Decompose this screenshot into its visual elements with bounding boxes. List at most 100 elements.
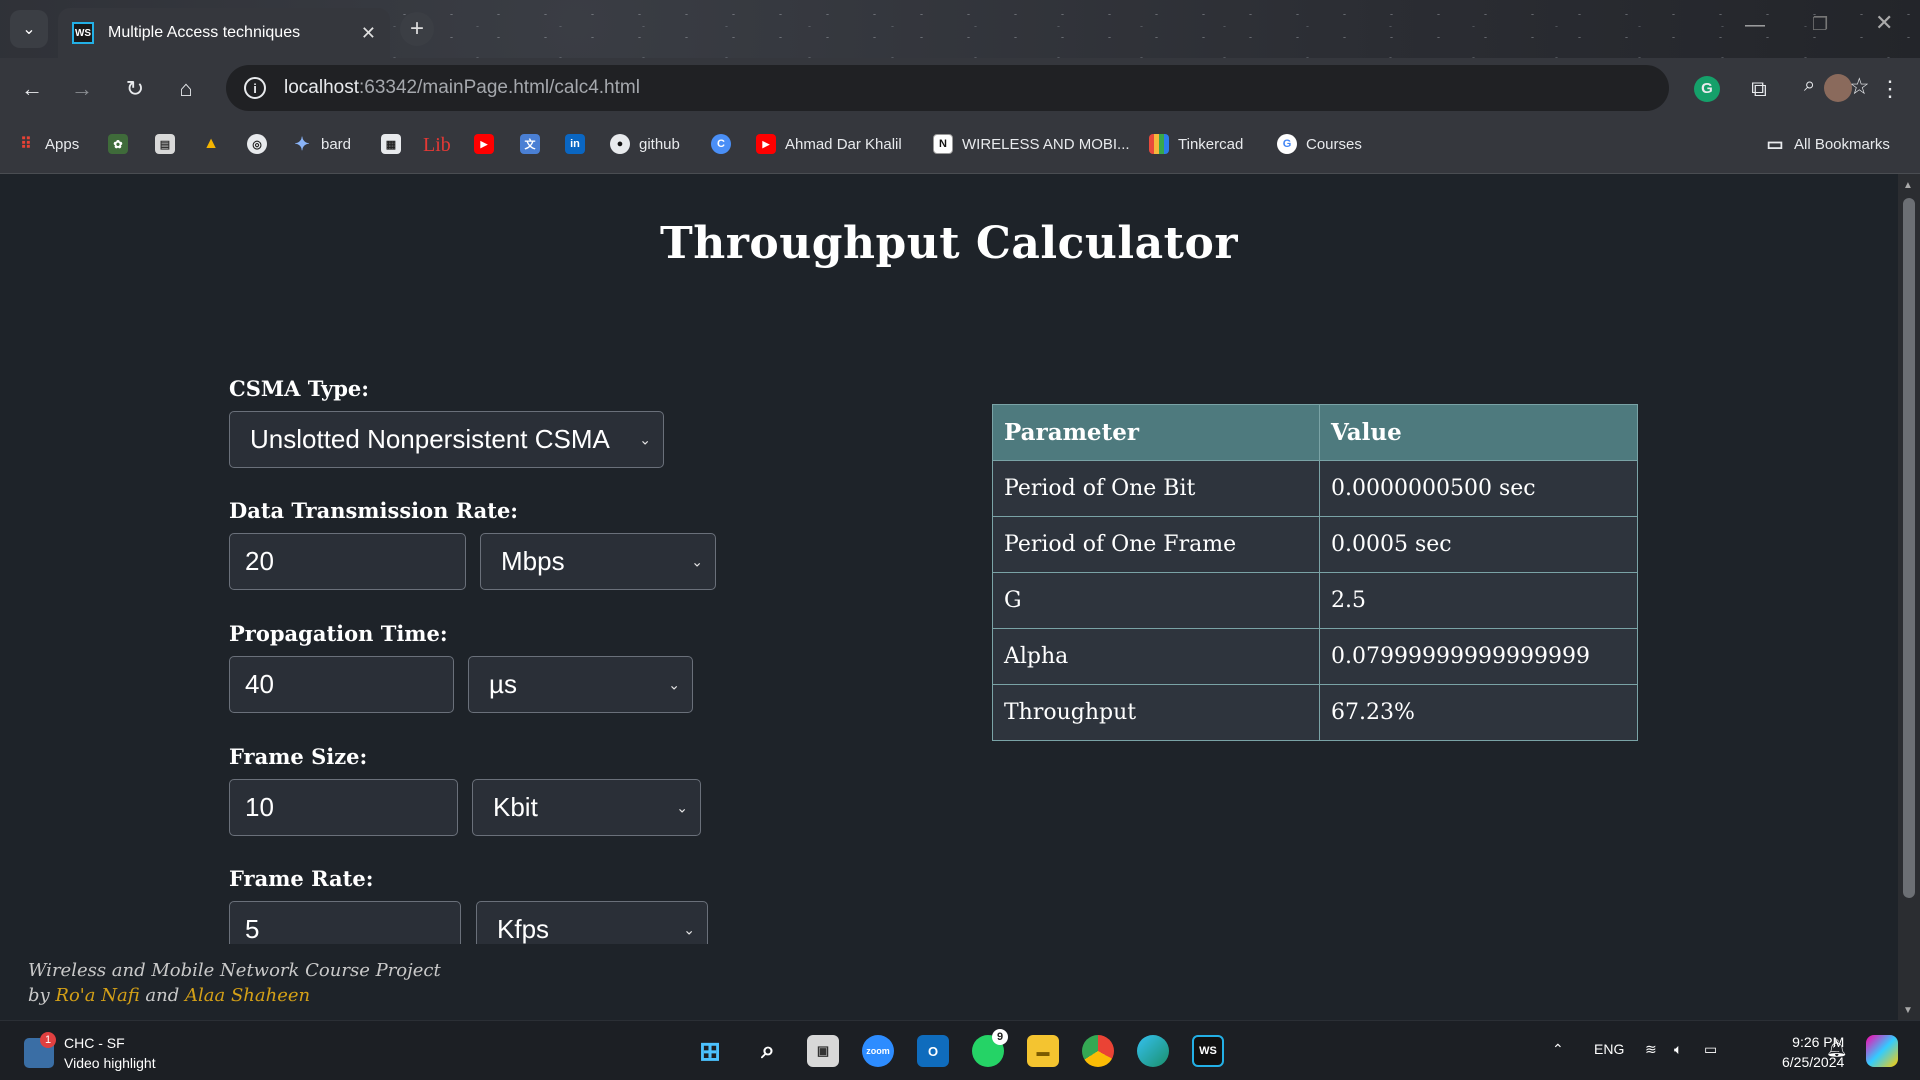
- frame-size-unit-select[interactable]: Kbit ⌄: [472, 779, 701, 836]
- data-rate-input[interactable]: 20: [229, 533, 466, 590]
- table-row: Period of One Frame 0.0005 sec: [992, 516, 1638, 573]
- profile-avatar[interactable]: [1824, 74, 1852, 102]
- window-close-icon[interactable]: ✕: [1875, 10, 1893, 36]
- propagation-time-input[interactable]: 40: [229, 656, 454, 713]
- zoom-icon[interactable]: ⌕: [1804, 74, 1815, 97]
- chevron-down-icon: ⌄: [639, 431, 651, 447]
- whatsapp-icon[interactable]: 9: [972, 1029, 1008, 1067]
- window-maximize-icon[interactable]: ❐: [1812, 14, 1828, 35]
- bookmark-youtube[interactable]: ▶: [474, 134, 494, 154]
- address-bar[interactable]: i localhost:63342/mainPage.html/calc4.ht…: [226, 65, 1870, 111]
- csma-type-value: Unslotted Nonpersistent CSMA: [250, 424, 610, 454]
- canva-icon: C: [711, 134, 731, 154]
- frame-size-input[interactable]: 10: [229, 779, 458, 836]
- bookmark-chatgpt[interactable]: ◎: [247, 134, 267, 154]
- show-hidden-icons-icon[interactable]: ⌃: [1552, 1041, 1564, 1058]
- bookmark-github[interactable]: ● github: [610, 134, 680, 154]
- menu-kebab-icon[interactable]: ⋮: [1876, 76, 1904, 102]
- youtube-icon: ▶: [756, 134, 776, 154]
- value-cell: 67.23%: [1319, 684, 1638, 741]
- bookmark-tree[interactable]: ✿: [108, 134, 128, 154]
- bookmark-linkedin[interactable]: in: [565, 134, 585, 154]
- results-header-row: Parameter Value: [992, 404, 1638, 461]
- bookmark-canva[interactable]: C: [711, 134, 731, 154]
- frame-rate-unit-value: Kfps: [497, 914, 550, 944]
- tinkercad-icon: [1149, 134, 1169, 154]
- header-parameter: Parameter: [992, 404, 1320, 461]
- propagation-time-unit-select[interactable]: µs ⌄: [468, 656, 693, 713]
- back-arrow-icon[interactable]: ←: [18, 76, 46, 102]
- data-rate-label: Data Transmission Rate:: [229, 498, 519, 523]
- tab-close-icon[interactable]: ✕: [361, 23, 376, 44]
- table-row: G 2.5: [992, 572, 1638, 629]
- bookmark-all-bookmarks[interactable]: ▭ All Bookmarks: [1765, 134, 1889, 154]
- search-icon[interactable]: ⌕: [752, 1035, 784, 1067]
- wifi-icon[interactable]: ≋: [1645, 1041, 1657, 1058]
- tree-icon: ✿: [108, 134, 128, 154]
- linkedin-icon: in: [565, 134, 585, 154]
- battery-icon[interactable]: ▭: [1704, 1041, 1717, 1058]
- value-cell: 2.5: [1319, 572, 1638, 629]
- news-widget[interactable]: 1 CHC - SF Video highlight: [24, 1032, 156, 1073]
- tab-search-button[interactable]: ⌄: [10, 10, 48, 48]
- translate-icon: 文: [520, 134, 540, 154]
- bookmark-courses[interactable]: G Courses: [1277, 134, 1362, 154]
- grammarly-extension-icon[interactable]: G: [1694, 76, 1720, 102]
- param-cell: Period of One Frame: [992, 516, 1320, 573]
- file-explorer-icon[interactable]: ▬: [1027, 1035, 1059, 1067]
- bookmark-label: Ahmad Dar Khalil: [785, 135, 902, 153]
- copilot-icon[interactable]: [1866, 1035, 1898, 1067]
- language-indicator[interactable]: ENG: [1594, 1041, 1624, 1057]
- site-info-icon[interactable]: i: [244, 77, 266, 99]
- bookmark-google-drive[interactable]: ▲: [201, 134, 221, 154]
- param-cell: Period of One Bit: [992, 460, 1320, 517]
- footer-authors-line: by Ro'a Nafi and Alaa Shaheen: [28, 983, 441, 1008]
- header-value: Value: [1319, 404, 1638, 461]
- bookmark-qr[interactable]: ▦: [381, 134, 401, 154]
- browser-tab-active[interactable]: WS Multiple Access techniques ✕: [58, 8, 390, 58]
- lib-icon: Lib: [423, 134, 451, 156]
- notification-bell-icon[interactable]: 🔔︎: [1826, 1039, 1848, 1059]
- csma-type-select[interactable]: Unslotted Nonpersistent CSMA ⌄: [229, 411, 664, 468]
- qr-icon: ▦: [381, 134, 401, 154]
- page-scrollbar[interactable]: ▲ ▼: [1898, 174, 1920, 1020]
- page-viewport: Throughput Calculator CSMA Type: Unslott…: [0, 174, 1898, 1020]
- footer-by: by: [28, 985, 56, 1006]
- news-title: CHC - SF: [64, 1035, 125, 1051]
- scroll-down-icon[interactable]: ▼: [1903, 1005, 1913, 1016]
- edge-icon[interactable]: [1137, 1035, 1169, 1067]
- scrollbar-thumb[interactable]: [1903, 198, 1915, 898]
- webstorm-icon[interactable]: WS: [1192, 1035, 1224, 1067]
- bookmark-lib[interactable]: Lib: [423, 134, 451, 157]
- bookmark-tinkercad[interactable]: Tinkercad: [1149, 134, 1243, 154]
- results-table: Parameter Value Period of One Bit 0.0000…: [992, 404, 1638, 741]
- bookmark-star-icon[interactable]: ☆: [1849, 73, 1870, 100]
- bookmark-ahmad[interactable]: ▶ Ahmad Dar Khalil: [756, 134, 902, 154]
- task-view-icon[interactable]: ▣: [807, 1035, 839, 1067]
- new-tab-button[interactable]: +: [400, 12, 434, 46]
- param-cell: Throughput: [992, 684, 1320, 741]
- bookmark-document[interactable]: ▤: [155, 134, 175, 154]
- bookmark-apps[interactable]: ⠿ Apps: [16, 134, 79, 154]
- window-minimize-icon[interactable]: —: [1745, 14, 1765, 37]
- windows-start-icon[interactable]: ⊞: [694, 1035, 726, 1067]
- data-rate-unit-select[interactable]: Mbps ⌄: [480, 533, 716, 590]
- chrome-icon[interactable]: [1082, 1035, 1114, 1067]
- forward-arrow-icon[interactable]: →: [68, 76, 96, 102]
- extensions-puzzle-icon[interactable]: ⧉: [1745, 76, 1773, 102]
- home-icon[interactable]: ⌂: [172, 76, 200, 102]
- reload-icon[interactable]: ↻: [121, 76, 149, 102]
- zoom-app-icon[interactable]: zoom: [862, 1035, 894, 1067]
- frame-size-label: Frame Size:: [229, 744, 368, 769]
- chatgpt-icon: ◎: [247, 134, 267, 154]
- scroll-up-icon[interactable]: ▲: [1903, 180, 1913, 191]
- bookmark-bard[interactable]: ✦ bard: [292, 134, 351, 154]
- outlook-icon[interactable]: O: [917, 1035, 949, 1067]
- bookmark-label: bard: [321, 135, 352, 153]
- param-cell: Alpha: [992, 628, 1320, 685]
- bookmark-wireless[interactable]: N WIRELESS AND MOBI...: [933, 134, 1130, 154]
- bookmark-translate[interactable]: 文: [520, 134, 540, 154]
- volume-icon[interactable]: 🔈︎: [1674, 1041, 1682, 1058]
- footer-and: and: [139, 985, 185, 1006]
- document-icon: ▤: [155, 134, 175, 154]
